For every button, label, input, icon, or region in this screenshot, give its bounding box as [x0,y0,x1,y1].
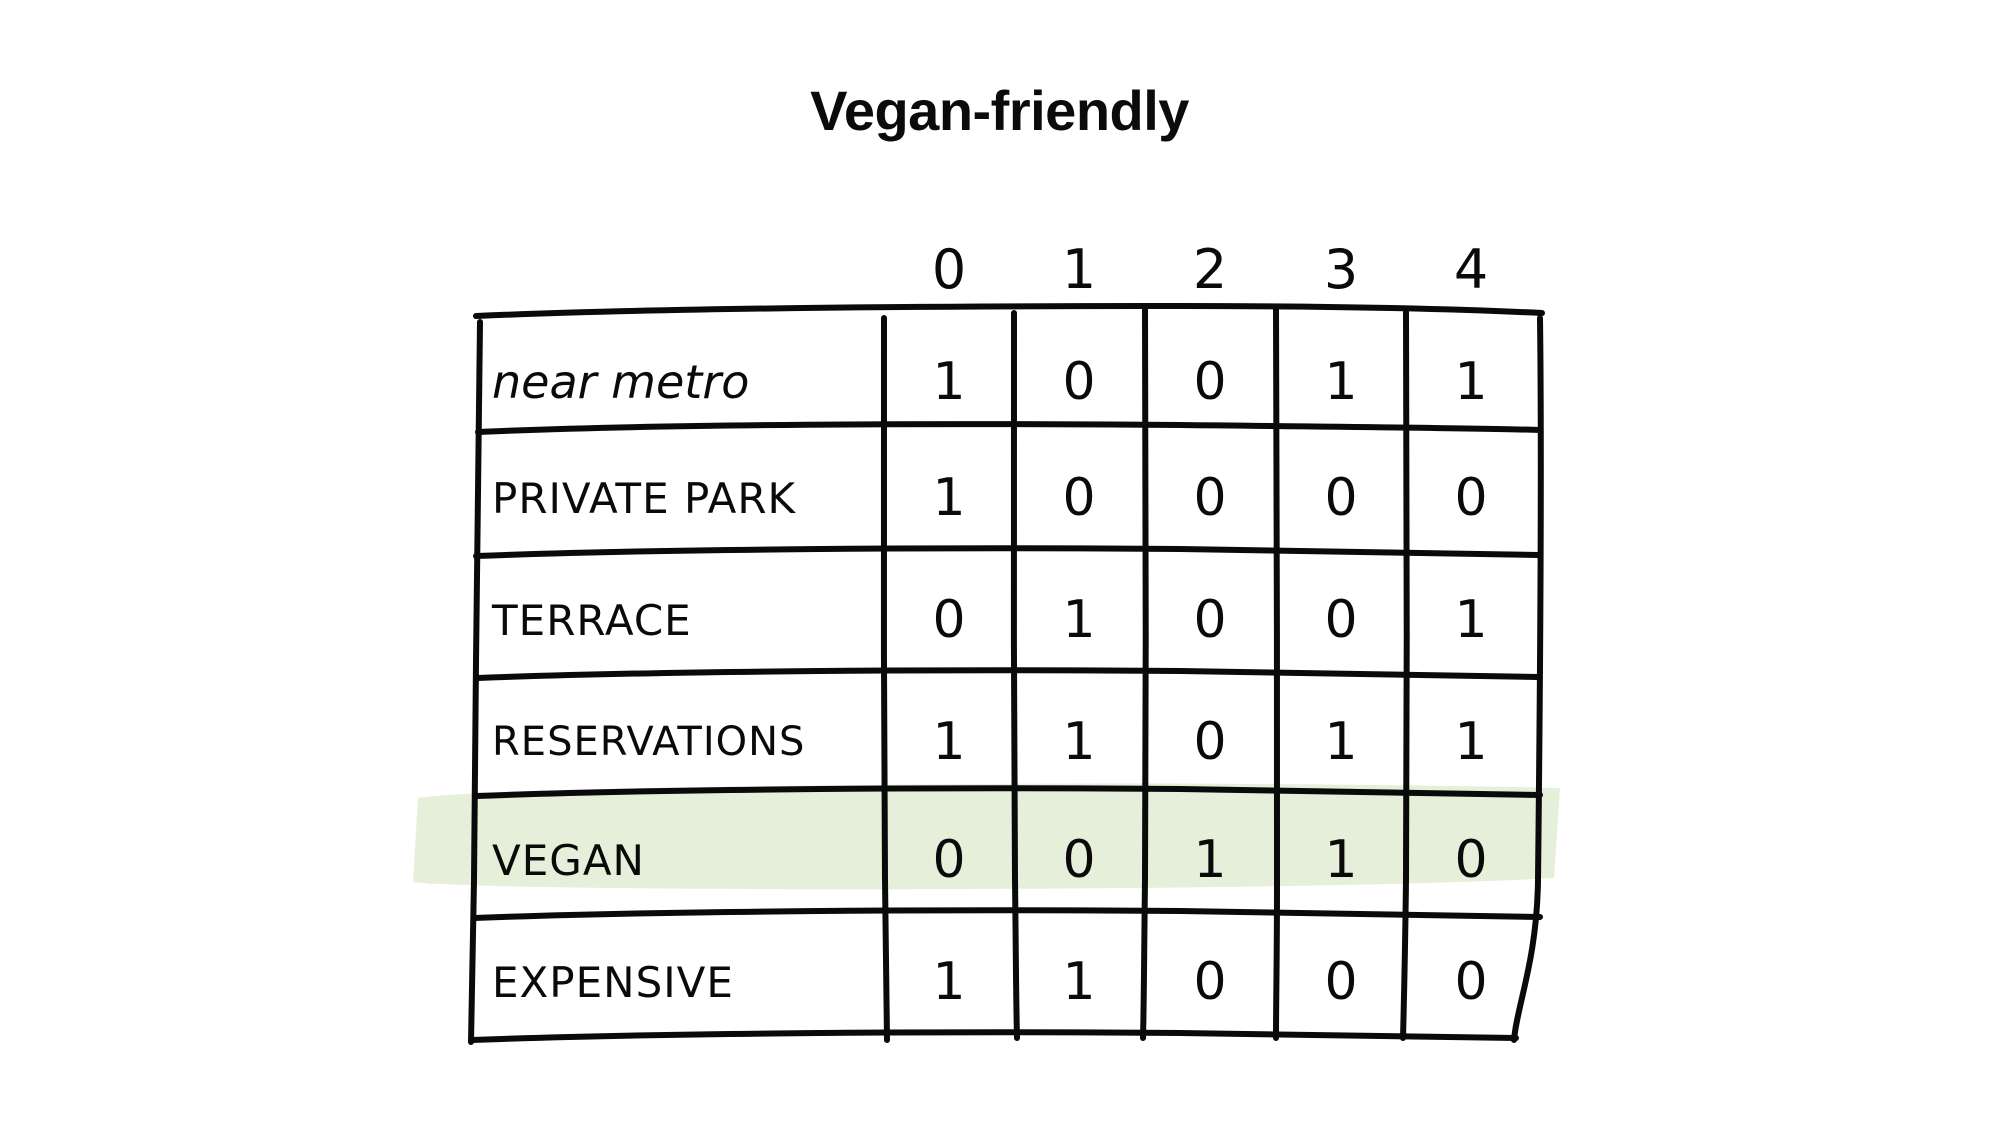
cell-r3-c2[interactable]: 0 [1145,678,1275,806]
cell-r1-c2[interactable]: 0 [1145,434,1275,562]
cell-r3-c3[interactable]: 1 [1276,678,1406,806]
cell-r4-c4[interactable]: 0 [1406,796,1536,924]
grid-line-v-left [468,319,483,1045]
cell-r0-c2[interactable]: 0 [1145,318,1275,446]
cell-r0-c1[interactable]: 0 [1014,318,1144,446]
cell-r2-c2[interactable]: 0 [1145,556,1275,684]
cell-r1-c0[interactable]: 1 [884,434,1014,562]
cell-r5-c4[interactable]: 0 [1406,918,1536,1046]
cell-r3-c1[interactable]: 1 [1014,678,1144,806]
cell-r5-c2[interactable]: 0 [1145,918,1275,1046]
cell-r3-c0[interactable]: 1 [884,678,1014,806]
grid-line-top [473,303,1545,319]
cell-r4-c3[interactable]: 1 [1276,796,1406,924]
cell-r2-c0[interactable]: 0 [884,556,1014,684]
cell-r1-c4[interactable]: 0 [1406,434,1536,562]
cell-r2-c1[interactable]: 1 [1014,556,1144,684]
cell-r2-c3[interactable]: 0 [1276,556,1406,684]
page-root: Vegan-friendly 0 1 2 3 4 near metro 1 0 … [0,0,1999,1121]
cell-r2-c4[interactable]: 1 [1406,556,1536,684]
cell-r4-c1[interactable]: 0 [1014,796,1144,924]
matrix-figure: 0 1 2 3 4 near metro 1 0 0 1 1 PRIVATE P… [0,0,1999,1121]
cell-r0-c0[interactable]: 1 [884,318,1014,446]
cell-r4-c0[interactable]: 0 [884,796,1014,924]
cell-r4-c2[interactable]: 1 [1145,796,1275,924]
cell-r1-c3[interactable]: 0 [1276,434,1406,562]
cell-r5-c0[interactable]: 1 [884,918,1014,1046]
cell-r5-c3[interactable]: 0 [1276,918,1406,1046]
cell-r0-c4[interactable]: 1 [1406,318,1536,446]
cell-r3-c4[interactable]: 1 [1406,678,1536,806]
cell-r0-c3[interactable]: 1 [1276,318,1406,446]
cell-r1-c1[interactable]: 0 [1014,434,1144,562]
cell-r5-c1[interactable]: 1 [1014,918,1144,1046]
